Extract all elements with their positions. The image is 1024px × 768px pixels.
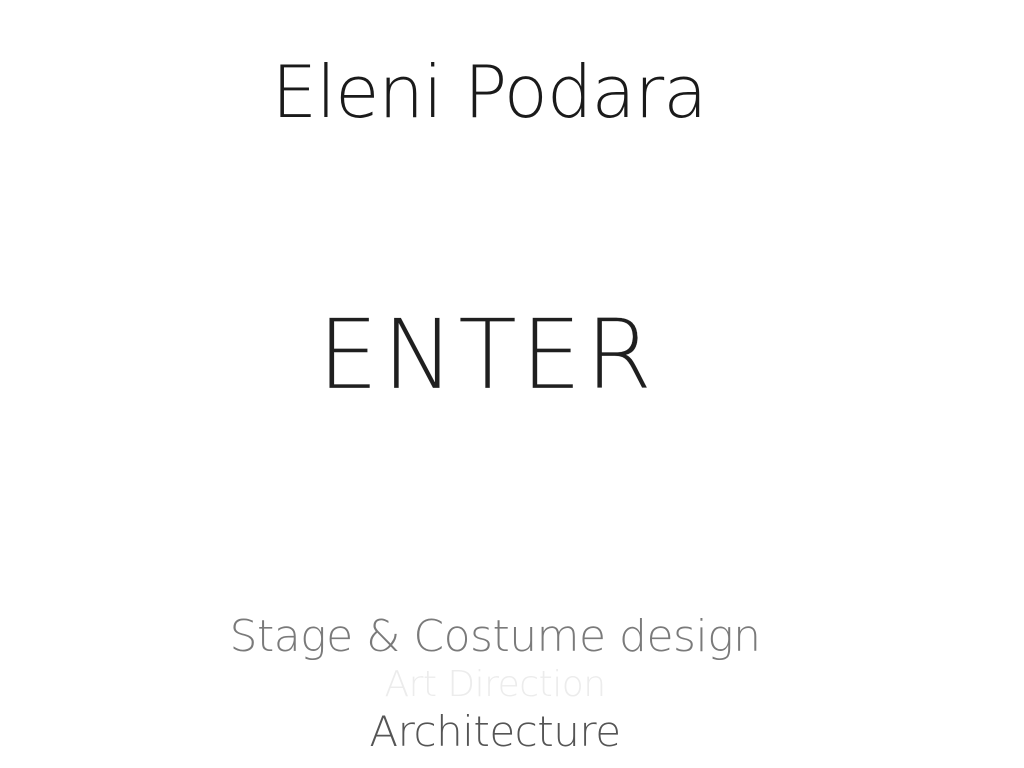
discipline-art-direction: Art Direction (384, 664, 606, 705)
discipline-architecture: Architecture (369, 707, 621, 756)
disciplines-list: Stage & Costume design Art Direction Arc… (0, 612, 990, 756)
enter-link[interactable]: ENTER (0, 300, 974, 410)
site-title: Eleni Podara (271, 50, 708, 134)
discipline-stage-costume-design: Stage & Costume design (229, 611, 761, 662)
